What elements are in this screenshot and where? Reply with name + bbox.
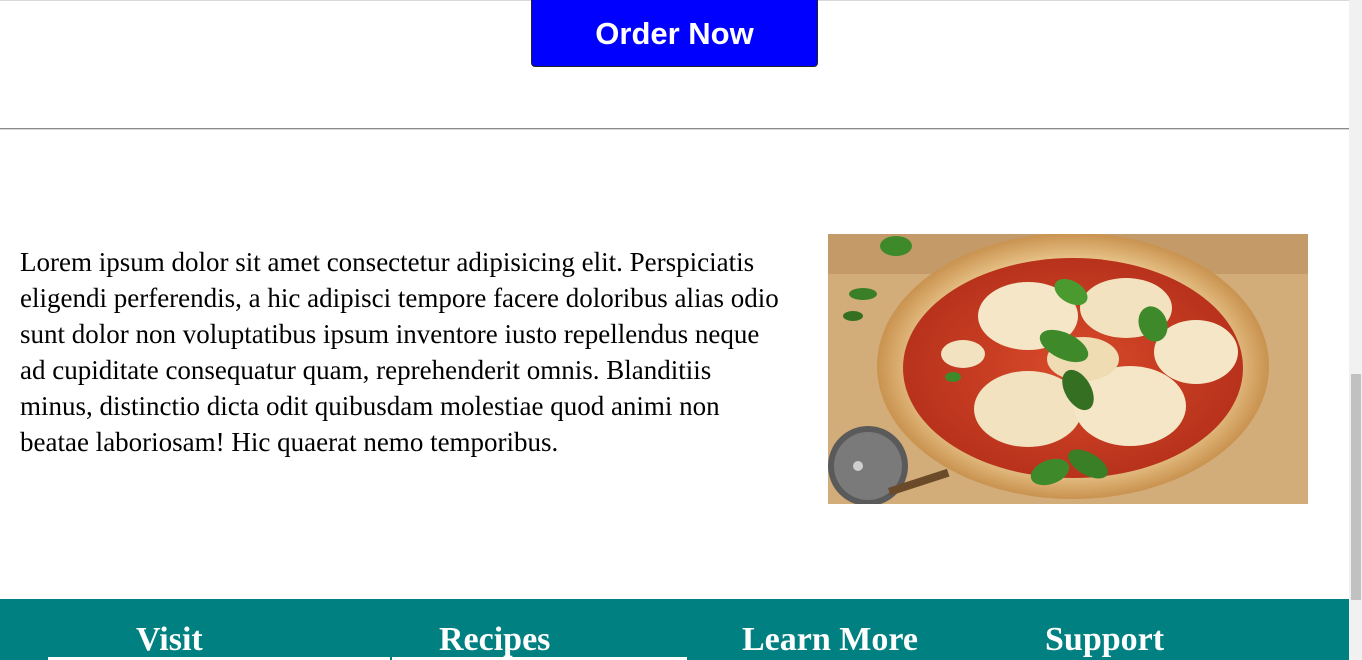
page: Order Now Lorem ipsum dolor sit amet con… [0,0,1362,660]
order-now-button[interactable]: Order Now [531,0,818,67]
section-divider [0,128,1349,130]
footer-heading-learn-more[interactable]: Learn More [742,620,918,660]
footer-heading-support[interactable]: Support [1045,620,1164,660]
footer-heading-recipes[interactable]: Recipes [439,620,550,660]
scrollbar-thumb[interactable] [1351,374,1361,600]
footer-heading-visit[interactable]: Visit [136,620,203,660]
intro-paragraph: Lorem ipsum dolor sit amet consectetur a… [20,247,779,457]
pizza-image [828,234,1308,504]
pizza-illustration [828,234,1308,504]
